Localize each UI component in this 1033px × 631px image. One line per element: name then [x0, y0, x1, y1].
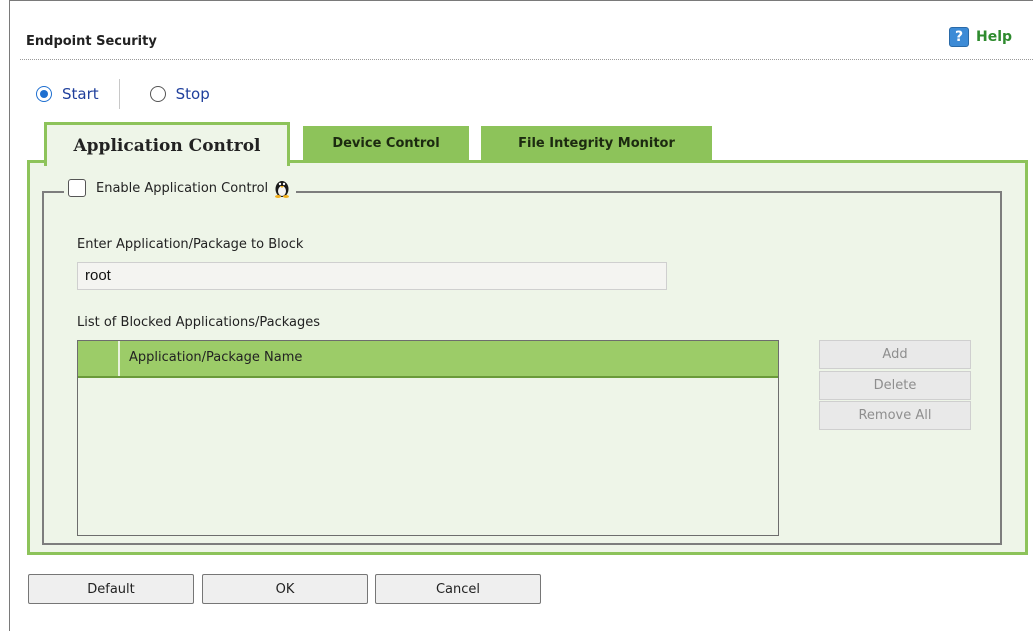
blocked-apps-list[interactable]: Application/Package Name — [77, 340, 779, 536]
radio-separator — [118, 79, 120, 109]
delete-button[interactable]: Delete — [819, 371, 971, 400]
enable-app-control-checkbox[interactable] — [68, 179, 86, 197]
column-header-app-name[interactable]: Application/Package Name — [129, 350, 302, 365]
stop-radio[interactable] — [149, 86, 166, 102]
enable-app-control-label[interactable]: Enable Application Control — [96, 181, 268, 196]
linux-tux-icon — [275, 181, 290, 198]
block-input-label: Enter Application/Package to Block — [77, 237, 304, 252]
title-divider — [20, 59, 1033, 60]
default-button[interactable]: Default — [28, 574, 194, 604]
add-button[interactable]: Add — [819, 340, 971, 369]
service-state-radios: Start Stop — [36, 79, 210, 109]
list-header: Application/Package Name — [78, 341, 778, 378]
stop-radio-label[interactable]: Stop — [176, 85, 210, 103]
cancel-button[interactable]: Cancel — [375, 574, 541, 604]
blocked-list-label: List of Blocked Applications/Packages — [77, 315, 321, 330]
remove-all-button[interactable]: Remove All — [819, 401, 971, 430]
start-radio[interactable] — [36, 86, 52, 102]
ok-button[interactable]: OK — [202, 574, 368, 604]
enable-app-control-legend: Enable Application Control — [64, 178, 297, 198]
page-title: Endpoint Security — [26, 34, 157, 49]
list-select-column[interactable] — [78, 341, 120, 376]
help-icon[interactable]: ? — [949, 27, 969, 47]
block-app-input[interactable]: root — [77, 262, 667, 290]
tab-file-integrity-monitor[interactable]: File Integrity Monitor — [481, 126, 712, 160]
tab-application-control[interactable]: Application Control — [44, 122, 290, 166]
start-radio-label[interactable]: Start — [62, 85, 99, 103]
help-label[interactable]: Help — [976, 29, 1012, 45]
tab-device-control[interactable]: Device Control — [303, 126, 469, 160]
help-link[interactable]: ? Help — [949, 27, 1012, 47]
